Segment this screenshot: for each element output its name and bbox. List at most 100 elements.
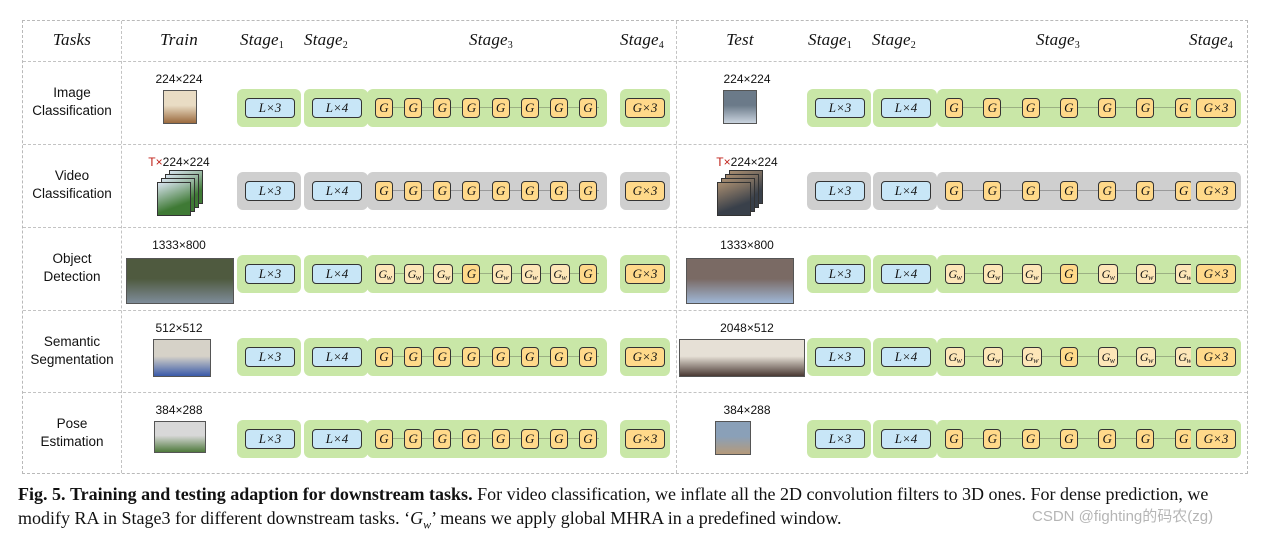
stage3-box-train: GGGGGGGG xyxy=(367,89,607,127)
global-block-x3: G×3 xyxy=(625,429,665,449)
stage1-box-train: L×3 xyxy=(237,420,301,458)
stage1-box-test: L×3 xyxy=(807,255,871,293)
test-image xyxy=(723,90,757,124)
local-block-x4: L×4 xyxy=(312,347,362,367)
stage2-box-train: L×4 xyxy=(304,172,368,210)
task-row: Image Classification 224×224 224×224 L×3 L×4 G… xyxy=(23,62,1247,144)
header-stage-2-train: Stage2 xyxy=(304,30,348,51)
task-label-line: Estimation xyxy=(40,434,104,449)
stage3-global-block: G xyxy=(375,429,393,449)
test-image xyxy=(715,421,751,455)
global-block-x3: G×3 xyxy=(625,264,665,284)
resolution-value: 384×288 xyxy=(155,403,203,417)
train-image xyxy=(153,339,211,377)
stage3-global-block: G xyxy=(520,347,539,367)
stage3-global-block: G xyxy=(1059,429,1078,449)
stage3-global-block: G xyxy=(433,429,452,449)
local-block-x3: L×3 xyxy=(245,347,295,367)
stage3-global-block: G xyxy=(375,347,393,367)
test-resolution: 224×224 xyxy=(691,72,803,86)
stage2-box-test: L×4 xyxy=(873,255,937,293)
resolution-value: 1333×800 xyxy=(720,238,774,252)
stage3-global-block: G xyxy=(491,347,510,367)
stage3-global-block: G xyxy=(491,181,510,201)
train-resolution: T×224×224 xyxy=(123,155,235,169)
local-block-x4: L×4 xyxy=(312,181,362,201)
task-label-line: Pose xyxy=(56,416,88,431)
stage3-global-block: G xyxy=(1136,429,1155,449)
video-frame xyxy=(157,182,191,216)
caption-text-2: ’ means we apply global MHRA in a predef… xyxy=(431,508,842,528)
stage4-box-test: G×3 xyxy=(1191,89,1241,127)
watermark: CSDN @fighting的码农(zg) xyxy=(1032,508,1214,525)
header-train: Train xyxy=(160,30,198,49)
stage3-global-block: G xyxy=(1059,264,1078,284)
local-block-x4: L×4 xyxy=(312,264,362,284)
local-block-x3: L×3 xyxy=(245,264,295,284)
stage3-global-block: G xyxy=(1021,429,1040,449)
stage1-box-test: L×3 xyxy=(807,338,871,376)
stage3-window-global-block: Gw xyxy=(983,264,1004,284)
train-resolution: 224×224 xyxy=(123,72,235,86)
stage3-window-global-block: Gw xyxy=(1021,264,1042,284)
stage3-global-block: G xyxy=(404,429,423,449)
test-image xyxy=(686,258,794,304)
stage3-global-block: G xyxy=(433,347,452,367)
stage3-window-global-block: Gw xyxy=(945,264,965,284)
task-row: Object Detection 1333×800 1333×800 L×3 L×4 Gw G… xyxy=(23,228,1247,310)
stage3-global-block: G xyxy=(983,181,1002,201)
stage3-global-block: G xyxy=(520,181,539,201)
header-test: Test xyxy=(726,30,754,49)
stage4-box-train: G×3 xyxy=(620,172,670,210)
task-row: Video Classification T×224×224 T×224×224 L×3… xyxy=(23,145,1247,227)
stage3-global-block: G xyxy=(1136,181,1155,201)
local-block-x4: L×4 xyxy=(881,181,931,201)
stage3-global-block: G xyxy=(579,264,597,284)
train-image xyxy=(154,421,206,453)
test-resolution: 2048×512 xyxy=(691,321,803,335)
test-resolution: T×224×224 xyxy=(691,155,803,169)
train-resolution: 1333×800 xyxy=(123,238,235,252)
stage4-box-train: G×3 xyxy=(620,89,670,127)
global-block-x3: G×3 xyxy=(625,181,665,201)
stage3-box-train: GGGGGGGG xyxy=(367,172,607,210)
stage3-global-block: G xyxy=(579,429,597,449)
stage3-global-block: G xyxy=(433,98,452,118)
stage3-global-block: G xyxy=(579,98,597,118)
local-block-x3: L×3 xyxy=(245,429,295,449)
header-stage-2-test: Stage2 xyxy=(872,30,916,51)
stage2-box-test: L×4 xyxy=(873,338,937,376)
task-label-line: Video xyxy=(54,168,90,183)
stage3-global-block: G xyxy=(404,181,423,201)
stage2-box-train: L×4 xyxy=(304,89,368,127)
task-label-line: Segmentation xyxy=(30,352,114,367)
stage3-global-block: G xyxy=(945,429,963,449)
stage3-global-block: G xyxy=(945,181,963,201)
stage3-window-global-block: Gw xyxy=(1098,347,1119,367)
stage3-global-block: G xyxy=(462,181,481,201)
stage3-global-block: G xyxy=(491,429,510,449)
stage4-box-test: G×3 xyxy=(1191,172,1241,210)
resolution-value: 224×224 xyxy=(723,72,771,86)
header-stage-1-train: Stage1 xyxy=(240,30,284,51)
task-label: Pose Estimation xyxy=(23,415,121,451)
stage3-global-block: G xyxy=(1059,347,1078,367)
task-label-line: Detection xyxy=(43,269,101,284)
train-resolution: 384×288 xyxy=(123,403,235,417)
stage3-global-block: G xyxy=(1174,429,1193,449)
global-block-x3: G×3 xyxy=(1196,98,1236,118)
stage3-global-block: G xyxy=(579,181,597,201)
header-stage-1-test: Stage1 xyxy=(808,30,852,51)
stage1-box-test: L×3 xyxy=(807,420,871,458)
stage3-global-block: G xyxy=(404,98,423,118)
stage3-window-global-block: Gw xyxy=(945,347,965,367)
stage4-box-test: G×3 xyxy=(1191,255,1241,293)
stage3-window-global-block: Gw xyxy=(1136,347,1157,367)
stage3-global-block: G xyxy=(549,181,568,201)
caption-math: Gw xyxy=(410,508,432,532)
task-label-line: Semantic xyxy=(43,334,101,349)
stage3-global-block: G xyxy=(462,347,481,367)
stage3-window-global-block: Gw xyxy=(491,264,512,284)
stage4-box-test: G×3 xyxy=(1191,420,1241,458)
temporal-prefix: T× xyxy=(148,155,163,169)
